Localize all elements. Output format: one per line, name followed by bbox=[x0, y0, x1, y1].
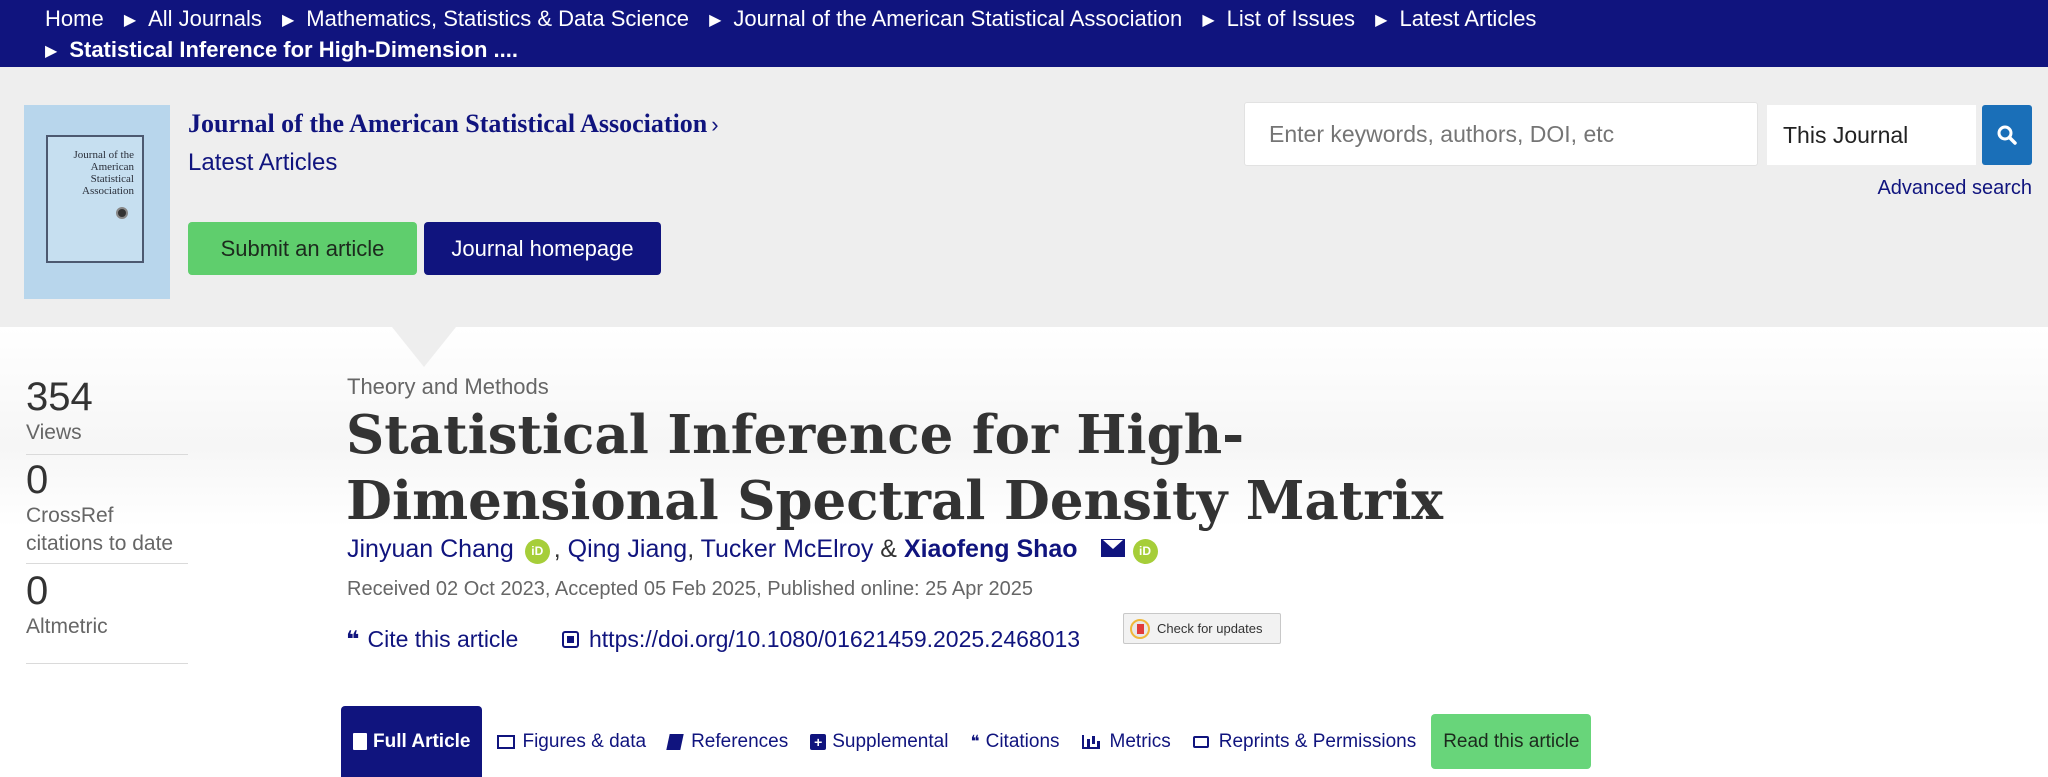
triangle-right-icon: ▶ bbox=[45, 43, 58, 60]
search-icon bbox=[1997, 125, 2017, 145]
breadcrumb-link[interactable]: List of Issues bbox=[1227, 6, 1355, 31]
breadcrumb-subject[interactable]: ▶ Mathematics, Statistics & Data Science bbox=[282, 4, 689, 35]
journal-header: Journal of the American Statistical Asso… bbox=[0, 67, 2048, 327]
header-notch bbox=[392, 327, 456, 367]
metric-value: 0 bbox=[26, 569, 49, 613]
corresponding-author-link[interactable]: Xiaofeng Shao bbox=[904, 535, 1078, 563]
advanced-search-link[interactable]: Advanced search bbox=[1877, 177, 2032, 200]
metric-value: 354 bbox=[26, 375, 93, 419]
article-title: Statistical Inference for High-Dimension… bbox=[346, 404, 1443, 532]
publication-dates: Received 02 Oct 2023, Accepted 05 Feb 20… bbox=[347, 578, 1034, 600]
tab-citations[interactable]: ❝ Citations bbox=[959, 706, 1070, 777]
triangle-right-icon: ▶ bbox=[281, 12, 295, 29]
breadcrumb-bar: Home ▶ All Journals ▶ Mathematics, Statist… bbox=[0, 0, 2048, 67]
author-link[interactable]: Qing Jiang bbox=[568, 535, 688, 563]
tab-label: Citations bbox=[985, 730, 1060, 752]
separator: & bbox=[873, 535, 904, 563]
tab-label: Figures & data bbox=[522, 730, 647, 752]
check-updates-label: Check for updates bbox=[1157, 621, 1263, 636]
tab-reprints[interactable]: Reprints & Permissions bbox=[1182, 706, 1427, 777]
cite-label[interactable]: Cite this article bbox=[368, 626, 519, 652]
search-scope-select[interactable]: This Journal bbox=[1767, 105, 1976, 165]
breadcrumb-latest[interactable]: ▶ Latest Articles bbox=[1375, 4, 1536, 35]
triangle-right-icon: ▶ bbox=[1375, 12, 1388, 29]
article-section: Theory and Methods bbox=[347, 374, 549, 399]
tab-label: Full Article bbox=[373, 730, 471, 752]
breadcrumb-link[interactable]: Mathematics, Statistics & Data Science bbox=[306, 6, 689, 31]
external-link-icon bbox=[562, 631, 579, 648]
tab-label: Supplemental bbox=[832, 730, 949, 752]
doi-link[interactable]: https://doi.org/10.1080/01621459.2025.24… bbox=[562, 626, 1080, 653]
breadcrumb: Home ▶ All Journals ▶ Mathematics, Statist… bbox=[45, 4, 1845, 66]
book-icon bbox=[666, 733, 684, 750]
metric-value: 0 bbox=[26, 458, 49, 502]
metric-crossref: 0 CrossRef citations to date bbox=[26, 458, 188, 564]
read-article-button[interactable]: Read this article bbox=[1431, 714, 1592, 769]
envelope-icon[interactable] bbox=[1100, 539, 1125, 557]
journal-subtitle-link[interactable]: Latest Articles bbox=[188, 149, 337, 177]
author-link[interactable]: Tucker McElroy bbox=[701, 535, 874, 563]
document-icon bbox=[353, 733, 367, 750]
submit-article-button[interactable]: Submit an article bbox=[188, 222, 417, 275]
plus-icon: + bbox=[810, 733, 827, 750]
breadcrumb-journal[interactable]: ▶ Journal of the American Statistical Ass… bbox=[709, 4, 1182, 35]
separator: , bbox=[687, 535, 701, 563]
author-list: Jinyuan Chang iD, Qing Jiang, Tucker McE… bbox=[347, 535, 1162, 564]
tab-label: Metrics bbox=[1109, 730, 1171, 752]
breadcrumb-current: ▶ Statistical Inference for High-Dimensio… bbox=[45, 35, 518, 66]
breadcrumb-link[interactable]: Home bbox=[45, 6, 104, 31]
doi-url[interactable]: https://doi.org/10.1080/01621459.2025.24… bbox=[589, 626, 1080, 652]
bar-chart-icon bbox=[1081, 734, 1100, 749]
breadcrumb-link[interactable]: All Journals bbox=[148, 6, 262, 31]
metric-label: CrossRef citations to date bbox=[26, 504, 174, 555]
tab-full-article[interactable]: Full Article bbox=[341, 706, 483, 777]
cover-title: Journal of the American Statistical Asso… bbox=[73, 149, 134, 197]
orcid-icon[interactable]: iD bbox=[524, 539, 550, 564]
triangle-right-icon: ▶ bbox=[123, 12, 137, 29]
breadcrumb-issues[interactable]: ▶ List of Issues bbox=[1202, 4, 1355, 35]
tab-supplemental[interactable]: + Supplemental bbox=[799, 706, 959, 777]
breadcrumb-link[interactable]: Latest Articles bbox=[1399, 6, 1536, 31]
tab-metrics[interactable]: Metrics bbox=[1071, 706, 1182, 777]
image-icon bbox=[497, 734, 516, 749]
search-button[interactable] bbox=[1982, 105, 2032, 165]
chevron-right-icon: › bbox=[711, 112, 719, 137]
seal-icon bbox=[116, 207, 128, 219]
quote-icon: ❝ bbox=[970, 731, 980, 751]
journal-title[interactable]: Journal of the American Statistical Asso… bbox=[188, 109, 707, 138]
metric-label: Altmetric bbox=[26, 615, 108, 638]
quote-icon: ❝ bbox=[346, 626, 360, 652]
metric-label: Views bbox=[26, 421, 82, 444]
cite-article-link[interactable]: ❝ Cite this article bbox=[346, 626, 518, 653]
separator: , bbox=[553, 535, 568, 563]
author-link[interactable]: Jinyuan Chang bbox=[347, 535, 514, 563]
tab-references[interactable]: References bbox=[657, 706, 799, 777]
search-input[interactable] bbox=[1244, 102, 1758, 166]
tab-label: References bbox=[691, 730, 789, 752]
orcid-icon[interactable]: iD bbox=[1132, 539, 1158, 564]
triangle-right-icon: ▶ bbox=[709, 12, 722, 29]
check-for-updates-button[interactable]: Check for updates bbox=[1123, 613, 1281, 644]
breadcrumb-home[interactable]: Home bbox=[45, 4, 104, 33]
tab-label: Reprints & Permissions bbox=[1218, 730, 1417, 752]
tab-figures[interactable]: Figures & data bbox=[486, 706, 657, 777]
journal-homepage-button[interactable]: Journal homepage bbox=[424, 222, 661, 275]
journal-title-link[interactable]: Journal of the American Statistical Asso… bbox=[188, 109, 719, 139]
triangle-right-icon: ▶ bbox=[1202, 12, 1215, 29]
cover-frame: Journal of the American Statistical Asso… bbox=[46, 135, 144, 263]
crossmark-icon bbox=[1130, 618, 1150, 639]
breadcrumb-all-journals[interactable]: ▶ All Journals bbox=[124, 4, 262, 35]
metric-views: 354 Views bbox=[26, 375, 188, 455]
breadcrumb-current-label: Statistical Inference for High-Dimension… bbox=[69, 37, 518, 62]
metric-altmetric[interactable]: 0 Altmetric bbox=[26, 569, 188, 664]
breadcrumb-link[interactable]: Journal of the American Statistical Asso… bbox=[733, 6, 1182, 31]
article-tabs: Full Article Figures & data References +… bbox=[341, 706, 1592, 777]
printer-icon bbox=[1192, 735, 1209, 748]
journal-cover-image[interactable]: Journal of the American Statistical Asso… bbox=[24, 105, 170, 299]
